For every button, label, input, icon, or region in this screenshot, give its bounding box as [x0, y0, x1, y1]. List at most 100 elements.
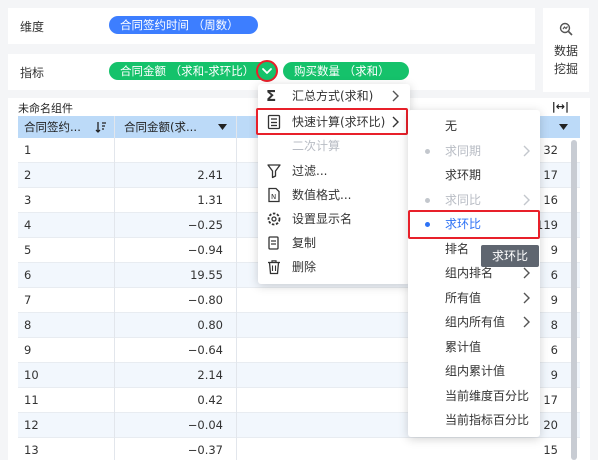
chevron-right-icon	[523, 194, 530, 206]
menu-item-display-name-label: 设置显示名	[292, 212, 353, 226]
header-col-amount[interactable]: 合同金额(求...	[124, 116, 197, 138]
menu-item-copy[interactable]: 复制	[258, 231, 410, 255]
header-col-week[interactable]: 合同签约...	[24, 116, 81, 138]
metric-label: 指标	[20, 66, 45, 80]
amount-cell: 19.55	[190, 268, 223, 282]
amount-cell: 1.31	[197, 193, 223, 207]
submenu-item-rank-label: 排名	[445, 242, 470, 256]
table-row[interactable]: 13 −0.37 15	[18, 438, 580, 460]
amount-cell: 2.41	[197, 168, 223, 182]
submenu-item-group-all-values[interactable]: 组内所有值	[408, 310, 540, 334]
tooltip: 求环比	[481, 245, 539, 267]
menu-item-display-name[interactable]: 设置显示名	[258, 207, 410, 231]
widget-title: 未命名组件	[18, 102, 73, 115]
menu-item-copy-label: 复制	[292, 236, 317, 250]
week-cell: 3	[24, 193, 32, 207]
submenu-item-dimension-percent[interactable]: 当前维度百分比	[408, 384, 540, 408]
week-cell: 5	[24, 243, 32, 257]
amount-cell: −0.80	[187, 293, 223, 307]
submenu-item-all-values[interactable]: 所有值	[408, 286, 540, 310]
submenu-item-group-cumulative-label: 组内累计值	[445, 364, 506, 378]
submenu-item-group-all-values-label: 组内所有值	[445, 315, 506, 329]
dimension-row: 维度 合同签约时间 （周数）	[8, 8, 535, 44]
menu-item-secondary-calc: 二次计算	[258, 134, 410, 158]
menu-item-delete-label: 删除	[292, 260, 317, 274]
table-scrollbar[interactable]	[571, 140, 577, 460]
amount-cell	[115, 138, 235, 163]
highlight-quick-calc	[256, 108, 408, 135]
submenu-item-prev-period[interactable]: 求环期	[408, 163, 540, 187]
amount-cell: −0.64	[187, 343, 223, 357]
menu-item-number-format[interactable]: N 数值格式...	[258, 183, 410, 207]
svg-text:N: N	[271, 193, 276, 201]
data-mining-button[interactable]: 数据 挖掘	[543, 8, 589, 92]
data-mining-label-line2: 挖掘	[553, 62, 578, 76]
data-mining-label-line1: 数据	[553, 44, 578, 58]
gear-icon	[267, 212, 281, 226]
metric-pill-dropdown-button[interactable]	[256, 60, 278, 82]
amount-cell: 2.14	[197, 368, 223, 382]
data-mining-icon	[559, 22, 573, 36]
submenu-item-cumulative-label: 累计值	[445, 340, 482, 354]
header-dropdown-icon[interactable]	[218, 124, 227, 131]
submenu-item-cumulative[interactable]: 累计值	[408, 335, 540, 359]
chevron-right-icon	[523, 145, 530, 157]
submenu-item-group-cumulative[interactable]: 组内累计值	[408, 359, 540, 383]
submenu-item-all-values-label: 所有值	[445, 291, 482, 305]
quick-calc-submenu: 无 求同期 求环期 求同比 求环比 排名 组内排名 所有值 组内所有值 累计值 …	[408, 110, 540, 437]
submenu-item-same-period-label: 求同期	[445, 144, 482, 158]
dimension-label: 维度	[20, 20, 45, 34]
metric-field-pill-amount[interactable]: 合同金额 （求和-求环比）	[109, 62, 269, 80]
copy-icon	[268, 236, 279, 250]
submenu-item-none-label: 无	[445, 119, 458, 133]
submenu-item-metric-percent[interactable]: 当前指标百分比	[408, 408, 540, 432]
week-cell: 9	[24, 343, 32, 357]
week-cell: 4	[24, 218, 32, 232]
chevron-down-icon	[262, 68, 272, 74]
chevron-right-icon	[523, 292, 530, 304]
quantity-cell: 15	[543, 443, 558, 457]
week-cell: 7	[24, 293, 32, 307]
amount-cell: −0.37	[187, 443, 223, 457]
week-cell: 11	[24, 393, 39, 407]
bullet-icon	[425, 149, 430, 154]
chevron-right-icon	[523, 267, 530, 279]
amount-cell: −0.04	[187, 418, 223, 432]
header-dropdown-icon-2[interactable]	[559, 124, 568, 131]
highlight-mom-option	[408, 210, 540, 239]
sort-icon[interactable]	[95, 121, 107, 133]
expand-width-icon[interactable]: |↔|	[552, 100, 569, 113]
menu-item-filter-label: 过滤...	[292, 164, 328, 178]
menu-item-secondary-calc-label: 二次计算	[292, 139, 341, 153]
column-divider	[236, 116, 237, 460]
submenu-item-yoy-label: 求同比	[445, 193, 482, 207]
amount-cell: −0.94	[187, 243, 223, 257]
week-cell: 6	[24, 268, 32, 282]
week-cell: 8	[24, 318, 32, 332]
submenu-item-same-period: 求同期	[408, 139, 540, 163]
menu-item-summary-label: 汇总方式(求和)	[292, 89, 374, 103]
filter-icon	[267, 164, 281, 179]
submenu-item-dimension-percent-label: 当前维度百分比	[445, 389, 530, 403]
dimension-field-pill[interactable]: 合同签约时间 （周数）	[109, 16, 258, 34]
week-cell: 13	[24, 443, 39, 457]
number-format-icon: N	[268, 187, 280, 203]
amount-cell: 0.42	[197, 393, 223, 407]
submenu-item-metric-percent-label: 当前指标百分比	[445, 413, 530, 427]
menu-item-filter[interactable]: 过滤...	[258, 159, 410, 183]
menu-item-summary[interactable]: Σ 汇总方式(求和)	[258, 84, 410, 108]
week-cell: 2	[24, 168, 32, 182]
submenu-item-prev-period-label: 求环期	[445, 168, 482, 182]
amount-cell: −0.25	[187, 218, 223, 232]
column-divider	[114, 116, 115, 460]
trash-icon	[268, 260, 280, 275]
week-cell: 12	[24, 418, 39, 432]
bullet-icon	[425, 198, 430, 203]
sigma-icon: Σ	[266, 87, 277, 105]
menu-item-delete[interactable]: 删除	[258, 255, 410, 279]
amount-cell: 0.80	[197, 318, 223, 332]
week-cell: 10	[24, 368, 39, 382]
submenu-item-none[interactable]: 无	[408, 114, 540, 138]
chevron-right-icon	[392, 90, 399, 102]
metric-field-pill-quantity[interactable]: 购买数量 （求和）	[283, 62, 409, 80]
